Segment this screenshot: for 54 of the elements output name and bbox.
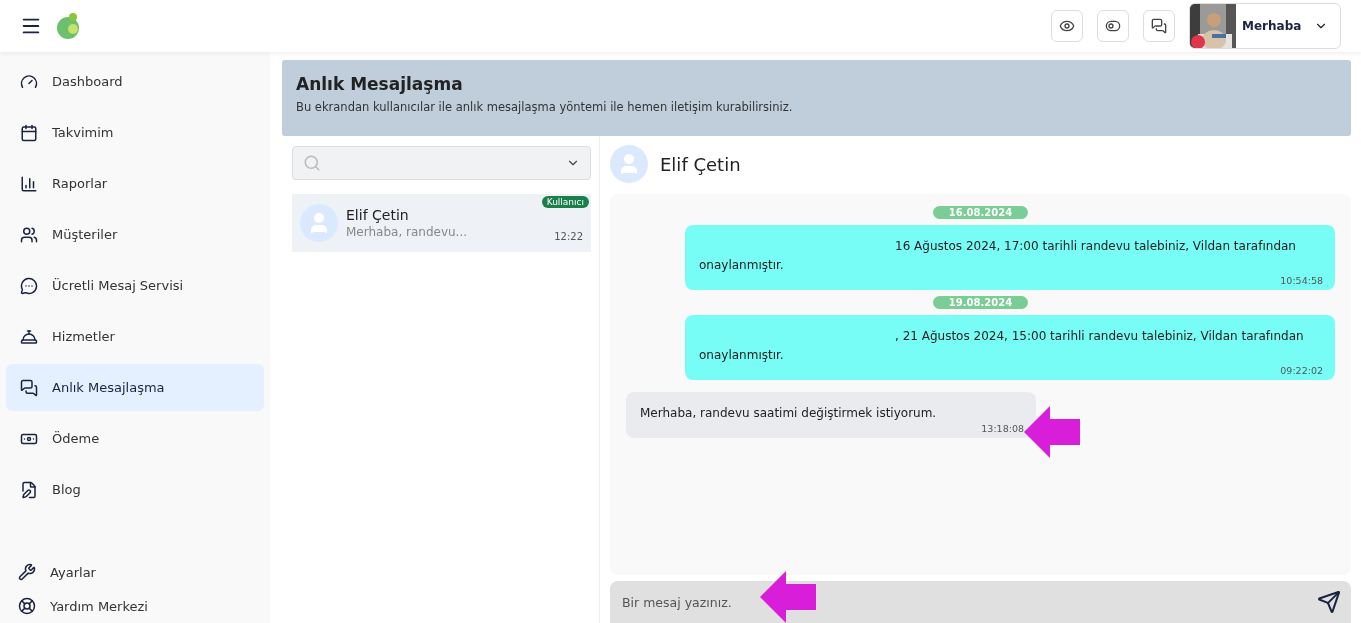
chat-dots-icon [20, 276, 38, 295]
calendar-icon [20, 123, 38, 142]
eye-button[interactable] [1051, 10, 1083, 42]
message-preview: Merhaba, randevu... [346, 225, 468, 239]
sidebar-item[interactable]: Ücretli Mesaj Servisi [6, 262, 264, 309]
user-menu[interactable]: Merhaba [1189, 3, 1341, 49]
sidebar-item[interactable]: Müşteriler [6, 211, 264, 258]
wrench-icon [18, 563, 36, 581]
sidebar-item[interactable]: Takvimim [6, 109, 264, 156]
message-text: Merhaba, randevu saatimi değiştirmek istiyorum. [640, 405, 938, 422]
lifebuoy-icon [18, 597, 36, 615]
contact-name: Elif Çetin [346, 207, 410, 223]
message-text: 16 Ağustos 2024, 17:00 tarihli randevu talebiniz, Vildan tarafından onaylanmıştır. [699, 238, 1297, 274]
conversation-item[interactable]: Elif Çetin Merhaba, randevu... Kullanıcı 12:22 [292, 194, 591, 252]
user-greeting: Merhaba [1242, 19, 1303, 33]
bar-chart-icon [20, 174, 38, 193]
service-bell-icon [20, 327, 38, 346]
chat-bubbles-icon [20, 378, 38, 397]
sidebar-item[interactable]: Raporlar [6, 160, 264, 207]
message-time: 12:22 [554, 231, 583, 242]
document-pen-icon [20, 480, 38, 499]
sidebar-item[interactable]: Ayarlar [6, 555, 264, 589]
users-icon [20, 225, 38, 244]
sidebar-item[interactable]: Dashboard [6, 58, 264, 105]
page-subtitle: Bu ekrandan kullanıcılar ile anlık mesajlaşma yöntemi ile hemen iletişim kurabilirsiniz. [296, 100, 794, 114]
avatar-icon [610, 145, 648, 183]
message-input[interactable]: Bir mesaj yazınız. [610, 581, 1351, 623]
sidebar-item[interactable]: Hizmetler [6, 313, 264, 360]
message-time: 13:18:08 [980, 423, 1024, 434]
sidebar-item[interactable]: Ödeme [6, 415, 264, 462]
chat-bubbles-icon [1151, 18, 1167, 34]
logo-icon [56, 12, 82, 40]
message-text: , 21 Ağustos 2024, 15:00 tarihli randevu talebiniz, Vildan tarafından onaylanmıştır. [699, 328, 1305, 364]
sidebar-item[interactable]: Anlık Mesajlaşma [6, 364, 264, 411]
sidebar-item[interactable]: Yardım Merkezi [6, 589, 264, 623]
toggle-button[interactable] [1097, 10, 1129, 42]
page-title: Anlık Mesajlaşma [296, 74, 464, 94]
eye-icon [1059, 18, 1075, 34]
date-pill: 16.08.2024 [932, 206, 1029, 219]
arrow-icon [1024, 406, 1080, 458]
gauge-icon [20, 72, 38, 91]
toggle-icon [1105, 18, 1121, 34]
search-field[interactable] [292, 146, 591, 180]
send-icon[interactable] [1317, 590, 1341, 614]
avatar-icon [300, 204, 338, 242]
sidebar-item[interactable]: Blog [6, 466, 264, 513]
chat-button[interactable] [1143, 10, 1175, 42]
date-pill: 19.08.2024 [932, 296, 1029, 309]
message-time: 09:22:02 [1279, 365, 1323, 376]
message-time: 10:54:58 [1279, 275, 1323, 286]
contact-name: Elif Çetin [660, 153, 741, 175]
role-badge: Kullanıcı [541, 196, 589, 208]
search-icon [303, 154, 321, 172]
arrow-icon [760, 571, 816, 623]
